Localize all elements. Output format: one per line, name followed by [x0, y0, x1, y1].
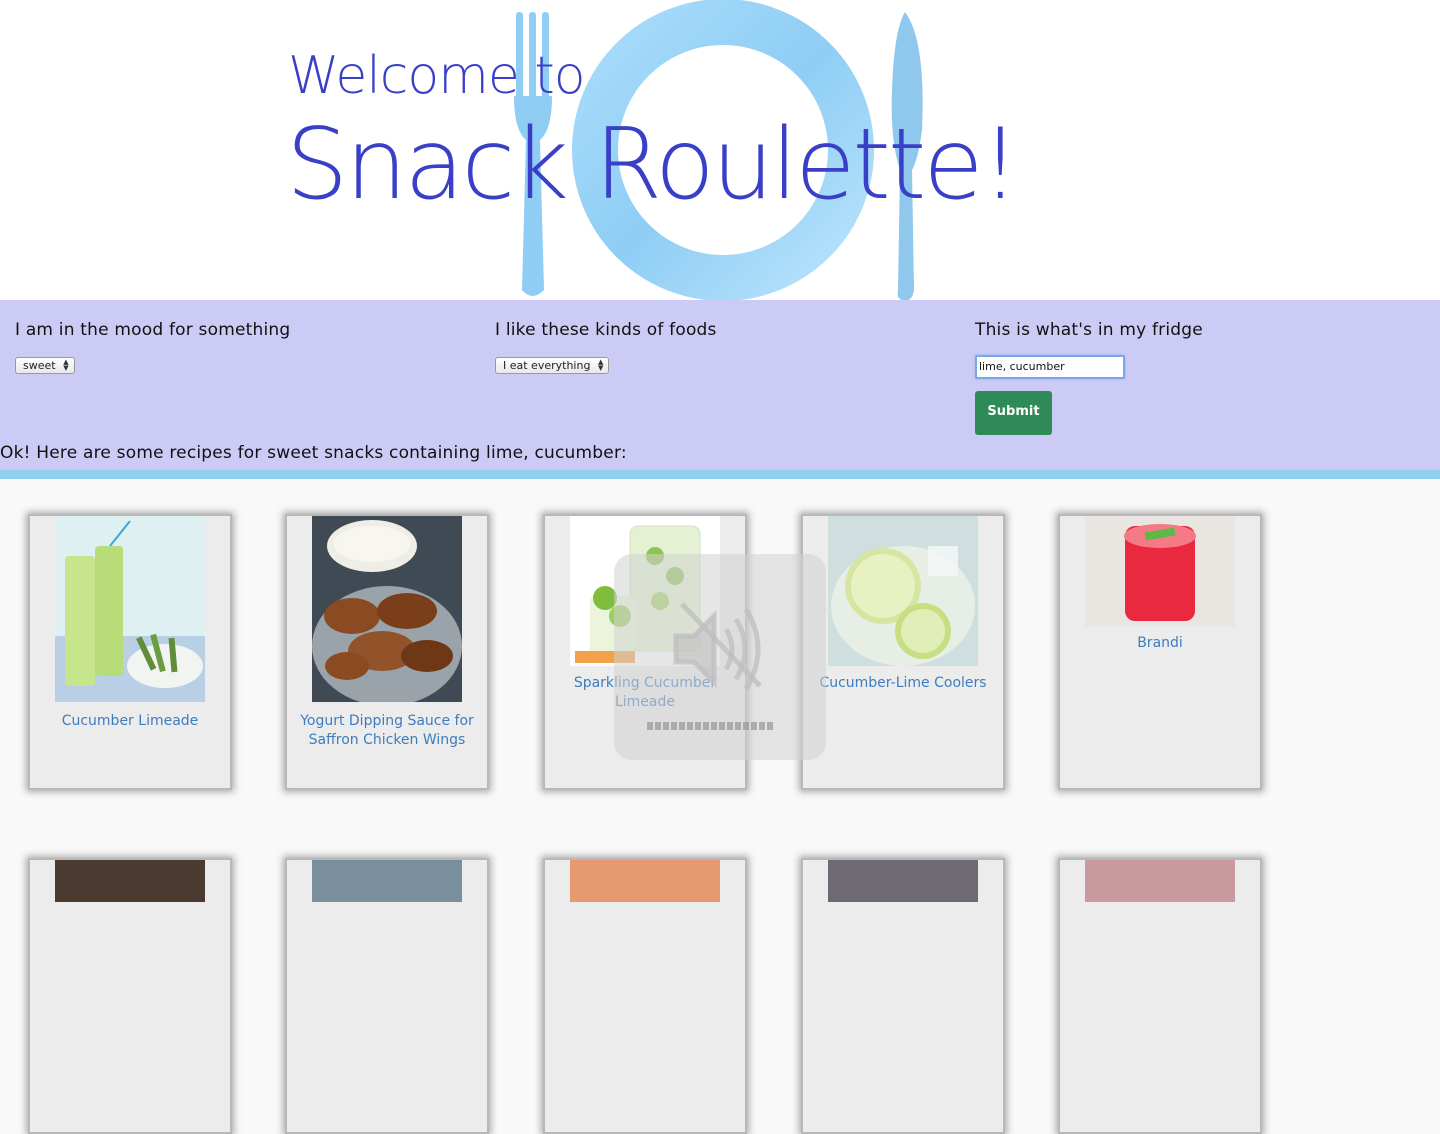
recipe-link[interactable]: Yogurt Dipping Sauce for Saffron Chicken…: [287, 712, 487, 750]
recipe-image[interactable]: [828, 860, 978, 902]
select-arrows-icon: ▲ ▼: [598, 358, 604, 372]
foods-select[interactable]: I eat everything ▲ ▼: [495, 357, 610, 374]
volume-overlay: [614, 554, 826, 760]
recipe-card[interactable]: Brandi: [1058, 514, 1262, 790]
fridge-column: This is what's in my fridge: [975, 320, 1203, 340]
recipe-image[interactable]: [828, 516, 978, 666]
header: Welcome to Snack Roulette!: [0, 0, 1440, 300]
mood-select[interactable]: sweet ▲ ▼: [15, 357, 75, 374]
recipe-link[interactable]: Cucumber-Lime Coolers: [803, 674, 1003, 693]
mood-column: I am in the mood for something: [15, 320, 290, 340]
recipe-card[interactable]: Cucumber-Lime Coolers: [801, 514, 1005, 790]
foods-column: I like these kinds of foods: [495, 320, 717, 340]
submit-button[interactable]: Submit: [975, 391, 1052, 435]
recipe-link[interactable]: Cucumber Limeade: [30, 712, 230, 731]
volume-level-bars: [647, 722, 773, 730]
volume-muted-icon: [673, 602, 762, 691]
fridge-label: This is what's in my fridge: [975, 320, 1203, 340]
select-arrows-icon: ▲ ▼: [63, 358, 69, 372]
divider: [0, 470, 1440, 479]
recipe-card[interactable]: [543, 858, 747, 1134]
welcome-text: Welcome to: [288, 46, 586, 106]
recipe-card[interactable]: [285, 858, 489, 1134]
recipe-image[interactable]: [570, 860, 720, 902]
fridge-input[interactable]: lime, cucumber: [975, 355, 1125, 379]
recipe-image[interactable]: [55, 860, 205, 902]
recipe-card[interactable]: Cucumber Limeade: [28, 514, 232, 790]
mood-select-value: sweet: [23, 359, 56, 372]
foods-select-value: I eat everything: [503, 359, 591, 372]
recipe-link[interactable]: Brandi: [1060, 634, 1260, 653]
page-title: Snack Roulette!: [286, 108, 1020, 222]
recipe-card[interactable]: [801, 858, 1005, 1134]
mood-label: I am in the mood for something: [15, 320, 291, 340]
recipe-card[interactable]: Yogurt Dipping Sauce for Saffron Chicken…: [285, 514, 489, 790]
foods-label: I like these kinds of foods: [495, 320, 717, 340]
recipe-image[interactable]: [55, 516, 205, 702]
recipe-image[interactable]: [312, 860, 462, 902]
recipe-image[interactable]: [1085, 860, 1235, 902]
recipe-card[interactable]: [28, 858, 232, 1134]
recipe-image[interactable]: [312, 516, 462, 702]
recipe-card[interactable]: [1058, 858, 1262, 1134]
results-heading: Ok! Here are some recipes for sweet snac…: [0, 443, 627, 463]
recipe-image[interactable]: [1085, 516, 1235, 626]
